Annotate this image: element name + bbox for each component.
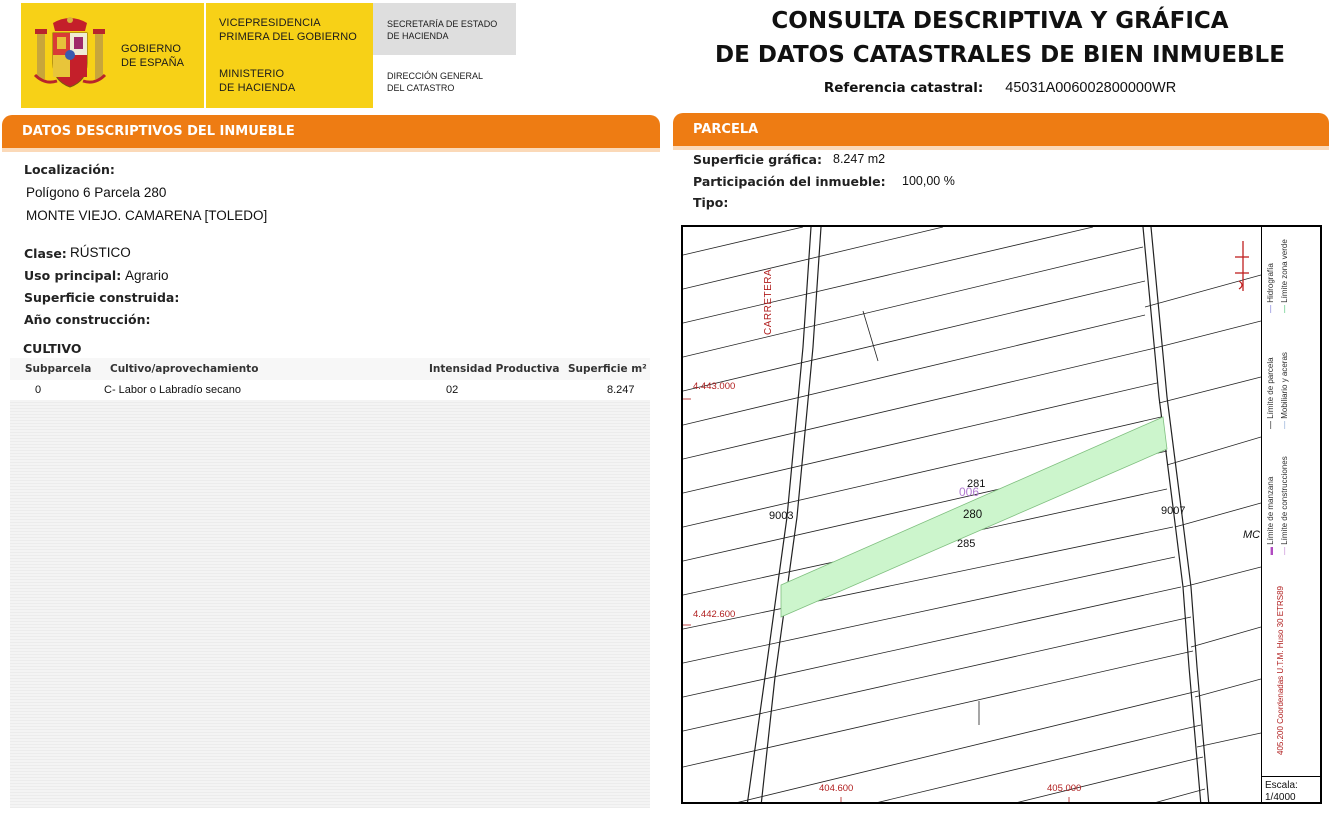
localizacion-line2: MONTE VIEJO. CAMARENA [TOLEDO] [26,208,268,223]
gobierno-logo-block: GOBIERNO DE ESPAÑA VICEPRESIDENCIA PRIME… [21,3,516,108]
logo-divider [204,3,206,108]
secretaria-text: SECRETARÍA DE ESTADO DE HACIENDA [387,19,498,41]
col-superficie: Superficie m² [568,363,647,375]
legend-limite-parcela: — Límite de parcela [1266,357,1275,429]
page-title-line1: CONSULTA DESCRIPTIVA Y GRÁFICA [771,8,1229,34]
scale-value: 1/4000 [1265,792,1296,803]
north-arrow-icon [1235,241,1249,291]
cultivo-table: Subparcela Cultivo/aprovechamiento Inten… [10,358,650,808]
scale-label: Escala: [1265,780,1298,791]
clase-value: RÚSTICO [70,245,131,260]
legend-mobiliario: — Mobiliario y aceras [1280,352,1289,429]
participacion-value: 100,00 % [902,174,955,188]
map-scale: Escala: 1/4000 [1261,776,1320,803]
uso-principal-label: Uso principal: [24,268,122,283]
parcela-title: PARCELA [693,122,759,137]
datos-descriptivos-title: DATOS DESCRIPTIVOS DEL INMUEBLE [22,124,295,139]
map-legend: — Hidrografía — Límite zona verde — Lími… [1261,227,1320,778]
cultivo-table-header: Subparcela Cultivo/aprovechamiento Inten… [10,358,650,380]
page-title: CONSULTA DESCRIPTIVA Y GRÁFICA DE DATOS … [690,4,1310,72]
clase-label: Clase: [24,246,67,261]
x-coord-right: 405.000 [1047,783,1082,794]
cell-subparcela: 0 [35,384,42,396]
cell-intensidad: 02 [446,384,459,396]
legend-limite-manzana: ▬ Límite de manzana [1266,476,1275,555]
cultivo-label: CULTIVO [23,341,82,356]
legend-hidrografia: — Hidrografía [1266,263,1275,313]
referencia-catastral: Referencia catastral: 45031A006002800000… [690,80,1310,96]
cadastral-map[interactable]: CARRETERA 4.443.000 4.442.600 404.600 40… [681,225,1322,804]
superficie-grafica-label: Superficie gráfica: [693,152,822,167]
anio-construccion-label: Año construcción: [24,312,151,327]
tipo-label: Tipo: [693,195,729,210]
legend-limite-construcciones: — Límite de construcciones [1280,456,1289,555]
col-cultivo: Cultivo/aprovechamiento [110,363,259,375]
label-285: 285 [957,538,976,550]
legend-coordenadas: 405.200 Coordenadas U.T.M. Huso 30 ETRS8… [1276,586,1285,755]
x-coord-left: 404.600 [819,783,854,794]
label-9007: 9007 [1161,505,1186,517]
page-title-line2: DE DATOS CATASTRALES DE BIEN INMUEBLE [715,42,1285,68]
road-label-carretera: CARRETERA [763,268,774,335]
col-subparcela: Subparcela [25,363,92,375]
referencia-label: Referencia catastral: [823,80,984,96]
label-280: 280 [963,509,983,521]
gobierno-espana-text: GOBIERNO DE ESPAÑA [121,43,185,69]
cell-superficie: 8.247 [607,384,635,396]
uso-principal-value: Agrario [125,268,169,283]
label-281: 281 [967,478,986,490]
label-mc: MC [1243,529,1261,541]
y-coord-bottom: 4.442.600 [693,609,736,620]
superficie-grafica-value: 8.247 m2 [833,152,886,166]
header-stripe [673,146,1329,150]
superficie-construida-label: Superficie construida: [24,290,180,305]
participacion-label: Participación del inmueble: [693,174,886,189]
parcela-header: PARCELA [673,113,1329,150]
col-intensidad: Intensidad Productiva [429,363,560,375]
table-row[interactable]: 0 C- Labor o Labradío secano 02 8.247 [10,380,650,400]
legend-limite-zona-verde: — Límite zona verde [1280,239,1289,313]
ministerio-text: MINISTERIO DE HACIENDA [219,68,296,94]
cell-cultivo: C- Labor o Labradío secano [104,384,241,396]
label-9003: 9003 [769,510,794,522]
localizacion-label: Localización: [24,162,115,177]
coord-ticks [683,398,1070,802]
localizacion-line1: Polígono 6 Parcela 280 [26,185,167,200]
referencia-value[interactable]: 45031A006002800000WR [1005,80,1176,96]
datos-descriptivos-header: DATOS DESCRIPTIVOS DEL INMUEBLE [2,115,660,152]
header-stripe [2,148,660,152]
direccion-text: DIRECCIÓN GENERAL DEL CATASTRO [387,71,484,93]
coat-of-arms-icon [33,17,107,88]
y-coord-top: 4.443.000 [693,381,736,392]
vicepresidencia-text: VICEPRESIDENCIA PRIMERA DEL GOBIERNO [219,17,357,43]
